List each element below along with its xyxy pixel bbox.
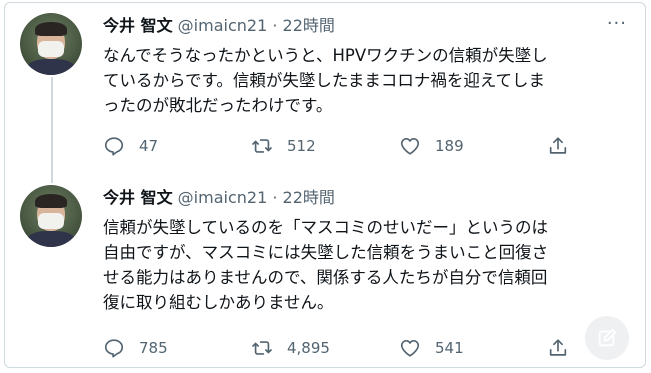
tweet-header: 今井 智文 @imaicn21 · 22時間 (103, 187, 335, 209)
like-button[interactable]: 541 (399, 337, 547, 359)
timestamp[interactable]: 22時間 (283, 188, 335, 207)
retweet-count: 512 (287, 137, 316, 155)
compose-button[interactable] (585, 316, 629, 360)
share-icon (549, 137, 567, 154)
author-handle[interactable]: @imaicn21 (178, 188, 268, 207)
author-name[interactable]: 今井 智文 (103, 16, 173, 35)
reply-button[interactable]: 785 (103, 337, 251, 359)
reply-icon (104, 137, 124, 156)
reply-button[interactable]: 47 (103, 135, 251, 157)
heart-icon (400, 138, 420, 155)
tweet-text-line: なんでそうなったかというと、HPVワクチンの信頼が失墜し (103, 46, 548, 65)
compose-icon (598, 328, 617, 347)
avatar[interactable] (20, 185, 82, 247)
tweet-text: なんでそうなったかというと、HPVワクチンの信頼が失墜し ているからです。信頼が… (103, 43, 633, 118)
avatar[interactable] (20, 13, 82, 75)
timestamp[interactable]: 22時間 (283, 16, 335, 35)
author-name[interactable]: 今井 智文 (103, 188, 173, 207)
thread-card: 今井 智文 @imaicn21 · 22時間 ··· なんでそうなったかというと… (4, 2, 646, 368)
tweet-text-line: 復に取り組むしかありません。 (103, 293, 334, 312)
tweet[interactable]: 今井 智文 @imaicn21 · 22時間 信頼が失墜しているのを「マスコミの… (5, 175, 645, 367)
more-icon[interactable]: ··· (607, 15, 627, 33)
share-icon (549, 339, 567, 356)
tweet-actions: 47 512 189 (103, 134, 569, 158)
tweet-text-line: 自由ですが、マスコミには失墜した信頼をうまいこと回復さ (103, 243, 549, 262)
separator: · (272, 188, 278, 207)
tweet-text-line: せる能力はありませんので、関係する人たちが自分で信頼回 (103, 268, 548, 287)
heart-icon (400, 340, 420, 357)
tweet[interactable]: 今井 智文 @imaicn21 · 22時間 ··· なんでそうなったかというと… (5, 3, 645, 175)
reply-count: 47 (139, 137, 159, 155)
retweet-icon (252, 139, 272, 153)
author-handle[interactable]: @imaicn21 (178, 16, 268, 35)
like-count: 541 (435, 339, 464, 357)
tweet-text-line: 信頼が失墜しているのを「マスコミのせいだー」というのは (103, 218, 549, 237)
tweet-text-line: ったのが敗北だったわけです。 (103, 96, 333, 115)
like-count: 189 (435, 137, 464, 155)
tweet-text: 信頼が失墜しているのを「マスコミのせいだー」というのは 自由ですが、マスコミには… (103, 215, 633, 315)
share-button[interactable] (547, 337, 569, 359)
tweet-header: 今井 智文 @imaicn21 · 22時間 (103, 15, 335, 37)
tweet-actions: 785 4,895 541 (103, 336, 569, 360)
like-button[interactable]: 189 (399, 135, 547, 157)
retweet-icon (252, 341, 272, 355)
tweet-text-line: ているからです。信頼が失墜したままコロナ禍を迎えてしま (103, 71, 546, 90)
reply-icon (104, 339, 124, 358)
retweet-count: 4,895 (287, 339, 330, 357)
retweet-button[interactable]: 512 (251, 135, 399, 157)
reply-count: 785 (139, 339, 168, 357)
separator: · (272, 16, 278, 35)
retweet-button[interactable]: 4,895 (251, 337, 399, 359)
share-button[interactable] (547, 135, 569, 157)
